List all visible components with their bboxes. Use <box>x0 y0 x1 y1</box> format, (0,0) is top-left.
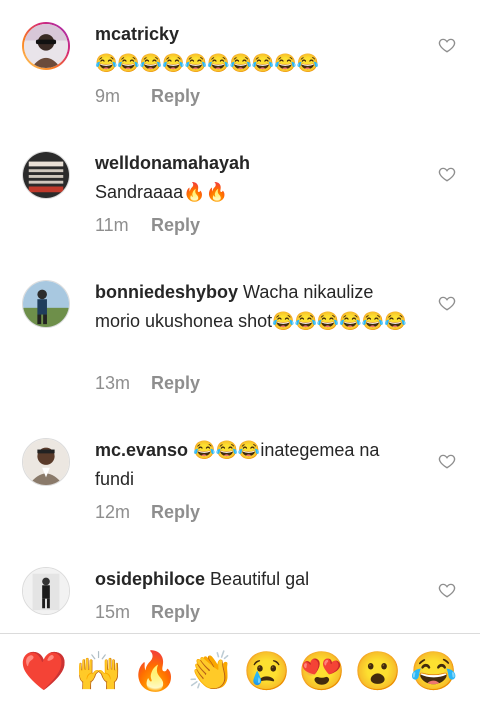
avatar[interactable] <box>22 438 70 486</box>
reply-button[interactable]: Reply <box>151 502 200 522</box>
fire-emoji-button[interactable]: 🔥 <box>131 648 179 696</box>
avatar[interactable] <box>22 151 70 199</box>
crying-face-emoji-button[interactable]: 😢 <box>243 648 291 696</box>
heart-outline-icon[interactable] <box>438 294 456 312</box>
avatar[interactable] <box>22 280 70 328</box>
comment-time: 15m <box>95 602 131 622</box>
surprised-face-emoji-button[interactable]: 😮 <box>354 648 402 696</box>
comment-body: 😂😂😂😂😂😂😂😂😂😂 <box>95 53 320 73</box>
comment-text-row: osidephiloce Beautiful gal <box>95 565 415 594</box>
reply-button[interactable]: Reply <box>151 86 200 106</box>
comment-time: 11m <box>95 215 129 235</box>
reply-button[interactable]: Reply <box>151 215 200 235</box>
comment-time: 13m <box>95 373 131 393</box>
comment-body: Beautiful gal <box>210 569 310 589</box>
comment-text-row: mc.evanso 😂😂😂inategemea na fundi <box>95 436 415 494</box>
comment-text-row: mcatricky 😂😂😂😂😂😂😂😂😂😂 <box>95 20 415 78</box>
avatar[interactable] <box>22 22 70 70</box>
comment-time: 12m <box>95 502 131 522</box>
comment-username[interactable]: welldonamahayah <box>95 153 250 173</box>
tears-of-joy-emoji-button[interactable]: 😂 <box>410 648 458 696</box>
reply-button[interactable]: Reply <box>151 602 200 622</box>
comment-text-row: welldonamahayah Sandraaaa🔥🔥 <box>95 149 415 207</box>
reply-button[interactable]: Reply <box>151 373 200 393</box>
comment-text-row: bonniedeshyboy Wacha nikaulize morio uku… <box>95 278 415 336</box>
heart-eyes-emoji-button[interactable]: 😍 <box>298 648 346 696</box>
red-heart-emoji-button[interactable]: ❤️ <box>20 648 68 696</box>
raising-hands-emoji-button[interactable]: 🙌 <box>75 648 123 696</box>
comment-body: Sandraaaa🔥🔥 <box>95 182 228 202</box>
avatar[interactable] <box>22 567 70 615</box>
comment-username[interactable]: osidephiloce <box>95 569 205 589</box>
comment-username[interactable]: mcatricky <box>95 24 179 44</box>
heart-outline-icon[interactable] <box>438 165 456 183</box>
quick-reaction-bar: ❤️ 🙌 🔥 👏 😢 😍 😮 😂 <box>0 633 480 716</box>
comment-username[interactable]: bonniedeshyboy <box>95 282 238 302</box>
comment-meta: 12m Reply <box>95 500 200 524</box>
comment-meta: 13m Reply <box>95 371 200 395</box>
comment-time: 9m <box>95 86 121 106</box>
comment-meta: 11m Reply <box>95 213 200 237</box>
comment-meta: 9m Reply <box>95 84 200 108</box>
heart-outline-icon[interactable] <box>438 452 456 470</box>
heart-outline-icon[interactable] <box>438 36 456 54</box>
comment-meta: 15m Reply <box>95 600 200 624</box>
comment-username[interactable]: mc.evanso <box>95 440 188 460</box>
clapping-hands-emoji-button[interactable]: 👏 <box>187 648 235 696</box>
heart-outline-icon[interactable] <box>438 581 456 599</box>
